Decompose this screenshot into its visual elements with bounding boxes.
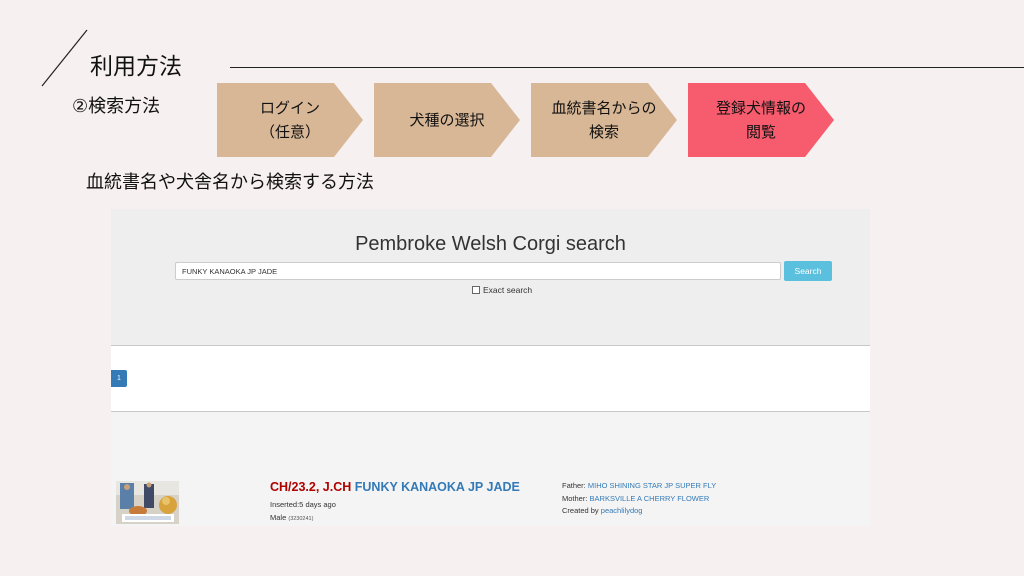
inserted-time: Inserted:5 days ago xyxy=(270,500,336,509)
search-header: Pembroke Welsh Corgi search FUNKY KANAOK… xyxy=(111,209,870,346)
step-login-label: ログイン （任意） xyxy=(259,99,320,141)
dog-photo-thumbnail[interactable] xyxy=(116,481,179,524)
mother-link[interactable]: BARKSVILLE A CHERRY FLOWER xyxy=(590,494,710,503)
step-view-dog-info-label: 登録犬情報の 閲覧 xyxy=(715,99,806,141)
dog-registration-number: (3230241) xyxy=(288,516,314,522)
dog-title-prefix: CH/23.2, J.CH xyxy=(270,480,352,494)
mother-label: Mother: xyxy=(562,493,588,503)
exact-search-label: Exact search xyxy=(483,285,533,295)
dog-name-link[interactable]: FUNKY KANAOKA JP JADE xyxy=(355,480,520,494)
dog-sex: Male (3230241) xyxy=(270,513,313,522)
step-breed-select: 犬種の選択 xyxy=(374,83,520,157)
search-input[interactable]: FUNKY KANAOKA JP JADE xyxy=(175,262,781,280)
exact-search-option[interactable]: Exact search xyxy=(472,285,532,295)
step-login: ログイン （任意） xyxy=(217,83,363,157)
created-by-label: Created by xyxy=(562,506,599,515)
results-list: CH/23.2, J.CH FUNKY KANAOKA JP JADE Inse… xyxy=(111,412,870,526)
dog-sex-value: Male xyxy=(270,513,287,522)
mother-line: Mother: BARKSVILLE A CHERRY FLOWER xyxy=(562,493,716,506)
father-link[interactable]: MIHO SHINING STAR JP SUPER FLY xyxy=(588,481,716,490)
page-button-1[interactable]: 1 xyxy=(111,370,127,387)
father-label: Father: xyxy=(562,481,586,490)
result-row: CH/23.2, J.CH FUNKY KANAOKA JP JADE Inse… xyxy=(111,474,870,526)
slide-description: 血統書名や犬舎名から検索する方法 xyxy=(86,172,374,193)
step-view-dog-info: 登録犬情報の 閲覧 xyxy=(688,83,834,157)
title-rule xyxy=(230,67,1024,68)
step-breed-select-label: 犬種の選択 xyxy=(409,111,485,129)
pagination: 1 xyxy=(111,346,870,412)
exact-search-checkbox[interactable] xyxy=(472,286,480,294)
step-pedigree-search-label: 血統書名からの 検索 xyxy=(551,99,657,141)
decorative-slash xyxy=(41,29,88,87)
step-pedigree-search: 血統書名からの 検索 xyxy=(531,83,677,157)
pedigree-info: Father: MIHO SHINING STAR JP SUPER FLY M… xyxy=(562,480,716,518)
creator-link[interactable]: peachlilydog xyxy=(601,506,643,515)
search-screenshot: Pembroke Welsh Corgi search FUNKY KANAOK… xyxy=(111,209,870,526)
creator-line: Created by peachlilydog xyxy=(562,505,716,518)
dog-name-heading: CH/23.2, J.CH FUNKY KANAOKA JP JADE xyxy=(270,480,520,494)
slide-subtitle: ②検索方法 xyxy=(72,96,161,117)
dog-photo-image xyxy=(116,481,179,524)
search-button[interactable]: Search xyxy=(784,261,832,281)
father-line: Father: MIHO SHINING STAR JP SUPER FLY xyxy=(562,480,716,493)
search-page-title: Pembroke Welsh Corgi search xyxy=(355,233,626,255)
slide-title: 利用方法 xyxy=(90,54,182,80)
